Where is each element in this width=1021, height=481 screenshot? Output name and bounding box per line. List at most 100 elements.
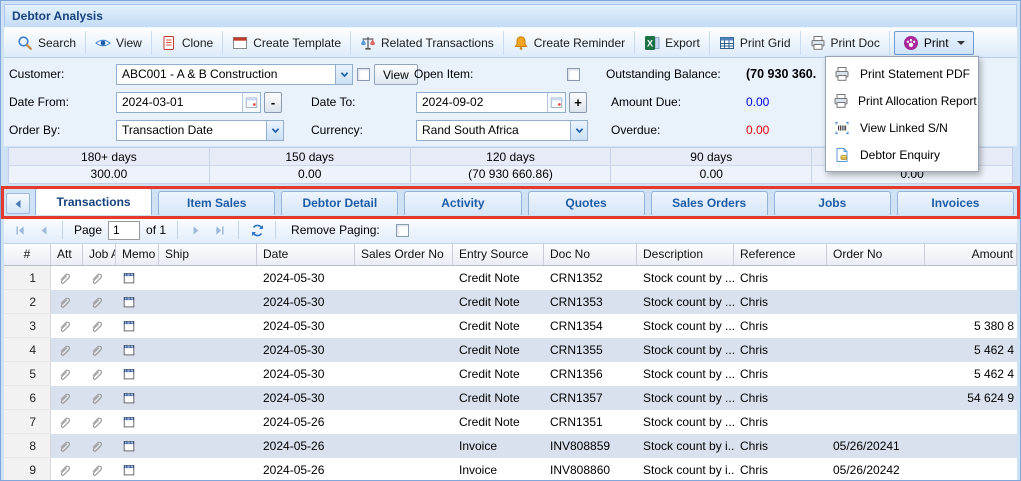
paperclip-icon[interactable]: [83, 458, 116, 480]
paperclip-icon[interactable]: [83, 386, 116, 410]
remove-paging-checkbox[interactable]: [396, 224, 409, 237]
toolbar-button[interactable]: Related Transactions: [351, 31, 504, 55]
memo-icon[interactable]: [116, 410, 159, 434]
next-page-button[interactable]: [185, 220, 207, 240]
reference-cell: Chris: [734, 410, 827, 434]
column-header[interactable]: Reference: [734, 244, 827, 265]
column-header[interactable]: Ship: [159, 244, 257, 265]
paperclip-icon[interactable]: [51, 434, 83, 458]
paperclip-icon[interactable]: [83, 410, 116, 434]
refresh-button[interactable]: [246, 220, 268, 240]
date-from-field[interactable]: 2024-03-01: [116, 92, 261, 113]
column-header[interactable]: Entry Source: [453, 244, 544, 265]
paperclip-icon[interactable]: [51, 362, 83, 386]
paperclip-icon[interactable]: [83, 290, 116, 314]
column-header[interactable]: Amount: [925, 244, 1017, 265]
column-header[interactable]: Description: [637, 244, 734, 265]
tab[interactable]: Item Sales: [158, 191, 275, 215]
column-header[interactable]: Att: [51, 244, 83, 265]
column-header[interactable]: Date: [257, 244, 355, 265]
tab-scroll-left-button[interactable]: [6, 193, 30, 214]
customer-checkbox[interactable]: [357, 68, 370, 81]
memo-icon[interactable]: [116, 290, 159, 314]
date-to-increment-button[interactable]: +: [569, 92, 587, 113]
print-dropdown-menu: Print Statement PDF Print Allocation Rep…: [825, 56, 979, 172]
paperclip-icon[interactable]: [83, 314, 116, 338]
memo-icon[interactable]: [116, 266, 159, 290]
open-item-checkbox[interactable]: [567, 68, 580, 81]
toolbar-button[interactable]: Create Template: [223, 31, 351, 55]
table-row[interactable]: 3 2024-05-30 Credit Note CRN1354 Stock c…: [4, 314, 1017, 338]
menu-item[interactable]: View Linked S/N: [826, 114, 978, 141]
currency-combobox[interactable]: Rand South Africa: [416, 120, 588, 141]
table-row[interactable]: 4 2024-05-30 Credit Note CRN1355 Stock c…: [4, 338, 1017, 362]
paperclip-icon[interactable]: [51, 290, 83, 314]
tab[interactable]: Invoices: [897, 191, 1014, 215]
column-header[interactable]: Sales Order No: [355, 244, 453, 265]
paperclip-icon[interactable]: [51, 458, 83, 480]
menu-item[interactable]: Debtor Enquiry: [826, 141, 978, 168]
memo-icon[interactable]: [116, 338, 159, 362]
last-page-button[interactable]: [209, 220, 231, 240]
date-from-decrement-button[interactable]: -: [264, 92, 282, 113]
column-header[interactable]: Doc No: [544, 244, 637, 265]
first-page-button[interactable]: [9, 220, 31, 240]
combo-chevron-icon[interactable]: [335, 65, 352, 84]
paperclip-icon[interactable]: [83, 434, 116, 458]
memo-icon[interactable]: [116, 386, 159, 410]
page-input[interactable]: [108, 221, 140, 240]
paperclip-icon[interactable]: [83, 266, 116, 290]
menu-item[interactable]: Print Allocation Report: [826, 87, 978, 114]
calendar-icon[interactable]: [242, 93, 260, 112]
entry-source-cell: Credit Note: [453, 314, 544, 338]
combo-chevron-icon[interactable]: [266, 121, 283, 140]
memo-icon[interactable]: [116, 434, 159, 458]
combo-chevron-icon[interactable]: [570, 121, 587, 140]
tab[interactable]: Activity: [404, 191, 521, 215]
previous-page-button[interactable]: [33, 220, 55, 240]
customer-combobox[interactable]: ABC001 - A & B Construction: [116, 64, 353, 85]
tab[interactable]: Debtor Detail: [281, 191, 398, 215]
table-row[interactable]: 9 2024-05-26 Invoice INV808860 Stock cou…: [4, 458, 1017, 480]
toolbar-button[interactable]: X Export: [635, 31, 710, 55]
table-row[interactable]: 5 2024-05-30 Credit Note CRN1356 Stock c…: [4, 362, 1017, 386]
toolbar-button[interactable]: Print Doc: [801, 31, 890, 55]
paperclip-icon[interactable]: [51, 266, 83, 290]
memo-icon[interactable]: [116, 362, 159, 386]
paperclip-icon[interactable]: [83, 362, 116, 386]
print-button[interactable]: Print: [894, 31, 974, 55]
view-customer-button[interactable]: View: [374, 64, 418, 85]
table-row[interactable]: 8 2024-05-26 Invoice INV808859 Stock cou…: [4, 434, 1017, 458]
toolbar-button[interactable]: Print Grid: [710, 31, 801, 55]
currency-label: Currency:: [311, 120, 363, 141]
tab[interactable]: Quotes: [528, 191, 645, 215]
memo-icon[interactable]: [116, 458, 159, 480]
table-row[interactable]: 2 2024-05-30 Credit Note CRN1353 Stock c…: [4, 290, 1017, 314]
paperclip-icon[interactable]: [51, 314, 83, 338]
toolbar-button[interactable]: Search: [8, 31, 86, 55]
column-header[interactable]: Memo: [116, 244, 159, 265]
paperclip-icon[interactable]: [51, 386, 83, 410]
paperclip-icon[interactable]: [51, 338, 83, 362]
tab[interactable]: Transactions: [35, 188, 152, 215]
date-to-field[interactable]: 2024-09-02: [416, 92, 566, 113]
toolbar-button[interactable]: Create Reminder: [504, 31, 635, 55]
paperclip-icon[interactable]: [83, 338, 116, 362]
column-header[interactable]: Job At: [83, 244, 116, 265]
table-row[interactable]: 6 2024-05-30 Credit Note CRN1357 Stock c…: [4, 386, 1017, 410]
toolbar-button[interactable]: View: [86, 31, 152, 55]
doc-no-cell: CRN1351: [544, 410, 637, 434]
tab[interactable]: Jobs: [774, 191, 891, 215]
toolbar-button[interactable]: Clone: [152, 31, 223, 55]
column-header[interactable]: Order No: [827, 244, 925, 265]
memo-icon[interactable]: [116, 314, 159, 338]
column-header[interactable]: #: [4, 244, 51, 265]
menu-item[interactable]: Print Statement PDF: [826, 60, 978, 87]
calendar-icon[interactable]: [547, 93, 565, 112]
table-row[interactable]: 7 2024-05-26 Credit Note CRN1351 Stock c…: [4, 410, 1017, 434]
order-by-combobox[interactable]: Transaction Date: [116, 120, 284, 141]
paperclip-icon[interactable]: [51, 410, 83, 434]
amount-cell: 54 624 9: [925, 386, 1017, 410]
table-row[interactable]: 1 2024-05-30 Credit Note CRN1352 Stock c…: [4, 266, 1017, 290]
tab[interactable]: Sales Orders: [651, 191, 768, 215]
